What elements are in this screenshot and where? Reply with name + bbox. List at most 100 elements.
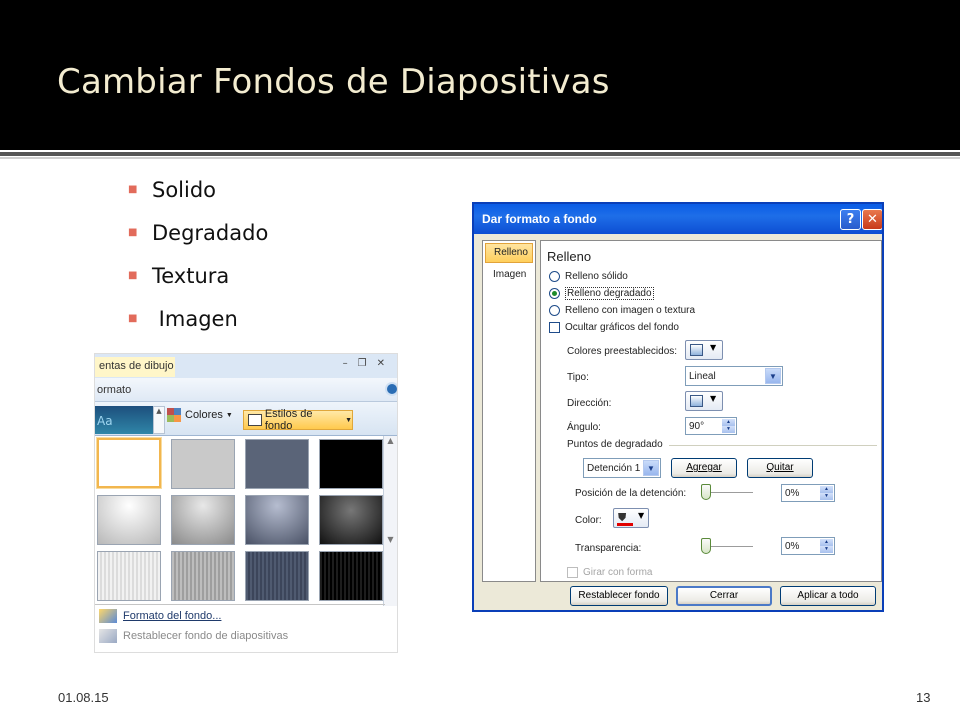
preset-colors-label: Colores preestablecidos: [567,346,678,357]
style-tile[interactable] [245,439,309,489]
style-tile[interactable] [171,439,235,489]
restablecer-fondo-button[interactable]: Restablecer fondo [570,586,668,606]
style-tile[interactable] [97,551,161,601]
girar-con-forma-checkbox[interactable] [567,567,578,578]
color-label: Color: [575,515,602,526]
ribbon-group-row: Aa ▲ Colores ▼ Estilos de fondo ▼ [95,402,397,436]
transparencia-slider-thumb[interactable] [701,538,711,554]
chevron-down-icon[interactable]: ▼ [643,460,659,476]
estilos-de-fondo-button[interactable]: Estilos de fondo ▼ [243,408,353,432]
tipo-select[interactable]: Lineal ▼ [685,366,783,386]
background-styles-gallery-screenshot: entas de dibujo –❐✕ ormato Aa ▲ Colores ▼… [94,353,398,653]
window-buttons: –❐✕ [343,358,395,369]
bullet-item: ■ Textura [128,262,268,305]
menu-item-formato-fondo[interactable]: Formato del fondo... [95,606,397,626]
bullet-item: ■ Solido [128,176,268,219]
ocultar-graficos-checkbox[interactable] [549,322,560,333]
gallery-scrollbar[interactable]: ▲ ▼ [383,436,397,606]
background-styles-gallery [95,436,397,606]
radio-relleno-solido[interactable] [549,271,560,282]
spin-down-icon[interactable]: ▼ [820,546,833,553]
gradient-swatch-icon [690,344,703,356]
bullet-square-icon: ■ [128,184,138,195]
chevron-down-icon: ▼ [638,511,645,520]
colores-button[interactable]: Colores ▼ [167,408,233,422]
posicion-slider-thumb[interactable] [701,484,711,500]
group-divider [669,445,877,446]
bullet-list: ■ Solido ■ Degradado ■ Textura ■ Imagen [128,176,268,348]
aplicar-a-todo-button[interactable]: Aplicar a todo [780,586,876,606]
menu-divider [95,604,385,605]
radio-label: Relleno con imagen o textura [565,305,696,316]
radio-relleno-degradado[interactable] [549,288,560,299]
ribbon-context-bar: entas de dibujo –❐✕ [95,354,397,378]
style-tile[interactable] [319,495,383,545]
section-heading: Relleno [547,249,592,264]
current-color-swatch [617,523,633,526]
girar-label: Girar con forma [583,567,653,578]
direccion-label: Dirección: [567,398,612,409]
transparencia-label: Transparencia: [575,543,642,554]
bullet-square-icon: ■ [128,270,138,281]
angulo-spinner[interactable]: 90° ▲ ▼ [685,417,737,435]
style-tile[interactable] [171,551,235,601]
chevron-down-icon: ▼ [710,394,717,403]
style-tile[interactable] [171,495,235,545]
drawing-tools-context-tab[interactable]: entas de dibujo [95,357,175,377]
posicion-label: Posición de la detención: [575,488,687,499]
spin-up-icon[interactable]: ▲ [820,486,833,493]
minimize-icon[interactable]: – [343,358,358,369]
puntos-label: Puntos de degradado [567,439,663,450]
spin-down-icon[interactable]: ▼ [722,426,735,433]
spin-up-icon[interactable]: ▲ [722,419,735,426]
direction-swatch-icon [690,395,703,407]
chevron-down-icon[interactable]: ▼ [765,368,781,384]
transparencia-spinner[interactable]: 0% ▲ ▼ [781,537,835,555]
spin-up-icon[interactable]: ▲ [820,539,833,546]
bullet-item: ■ Imagen [128,305,268,348]
menu-item-restablecer-fondo[interactable]: Restablecer fondo de diapositivas [95,626,397,646]
cerrar-button[interactable]: Cerrar [676,586,772,606]
style-tile[interactable] [97,495,161,545]
close-button[interactable]: ✕ [862,209,882,230]
angulo-label: Ángulo: [567,422,601,433]
preset-colors-button[interactable]: ▼ [685,340,723,360]
spin-down-icon[interactable]: ▼ [820,493,833,500]
radio-relleno-imagen[interactable] [549,305,560,316]
paint-bucket-icon [248,414,262,426]
restore-icon[interactable]: ❐ [358,358,377,369]
direccion-button[interactable]: ▼ [685,391,723,411]
tab-imagen[interactable]: Imagen [485,266,533,286]
style-tile[interactable] [319,439,383,489]
posicion-spinner[interactable]: 0% ▲ ▼ [781,484,835,502]
tab-relleno[interactable]: Relleno [485,243,533,263]
title-divider [0,152,960,156]
format-background-icon [99,609,117,623]
stop-select[interactable]: Detención 1 ▼ [583,458,661,478]
chevron-down-icon: ▼ [225,411,233,419]
slide-title: Cambiar Fondos de Diapositivas [57,62,610,102]
theme-scroll-up-icon[interactable]: ▲ [153,406,165,434]
agregar-button[interactable]: Agregar [671,458,737,478]
close-icon[interactable]: ✕ [377,358,395,369]
help-icon[interactable] [385,382,397,396]
radio-label: Relleno degradado [565,287,654,300]
checkbox-label: Ocultar gráficos del fondo [565,322,679,333]
style-tile[interactable] [245,551,309,601]
relleno-panel: Relleno Relleno sólido Relleno degradado… [540,240,882,582]
style-tile[interactable] [97,438,161,488]
chevron-down-icon: ▼ [345,416,352,424]
format-background-dialog: Dar formato a fondo ? ✕ Relleno Imagen R… [472,202,884,612]
slide-date: 01.08.15 [58,690,109,705]
style-tile[interactable] [245,495,309,545]
bullet-item: ■ Degradado [128,219,268,262]
bullet-square-icon: ■ [128,227,138,238]
color-swatch-icon [167,408,181,422]
help-button[interactable]: ? [840,209,861,230]
style-tile[interactable] [319,551,383,601]
chevron-down-icon: ▼ [710,343,717,352]
tab-formato[interactable]: ormato [97,384,131,396]
theme-thumbnail[interactable]: Aa [95,406,155,434]
color-picker-button[interactable]: ⛊ ▼ [613,508,649,528]
quitar-button[interactable]: Quitar [747,458,813,478]
